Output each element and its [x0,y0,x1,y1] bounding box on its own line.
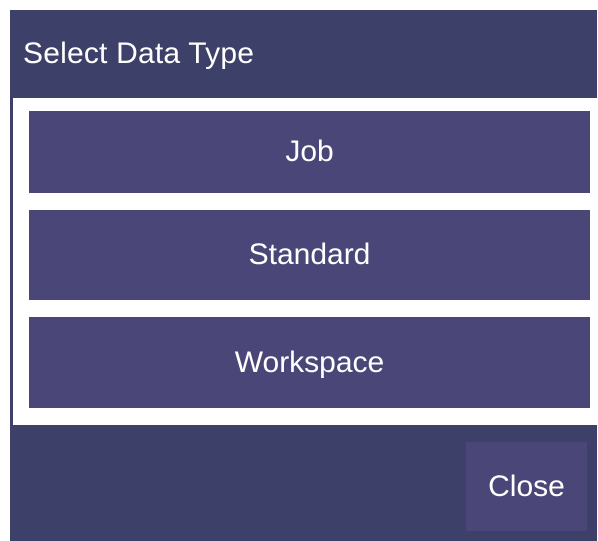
select-data-type-dialog: Select Data Type Job Standard Workspace … [10,10,597,541]
standard-option-button[interactable]: Standard [29,210,590,300]
job-option-button[interactable]: Job [29,111,590,193]
dialog-title: Select Data Type [23,37,255,70]
standard-option-label: Standard [248,238,371,271]
job-option-label: Job [285,135,334,168]
close-button[interactable]: Close [466,442,587,531]
workspace-option-label: Workspace [234,345,385,379]
dialog-title-bar: Select Data Type [10,10,597,98]
close-button-label: Close [488,469,565,503]
data-type-options-panel: Job Standard Workspace [13,98,597,425]
workspace-option-button[interactable]: Workspace [29,317,590,408]
dialog-footer: Close [10,425,597,541]
